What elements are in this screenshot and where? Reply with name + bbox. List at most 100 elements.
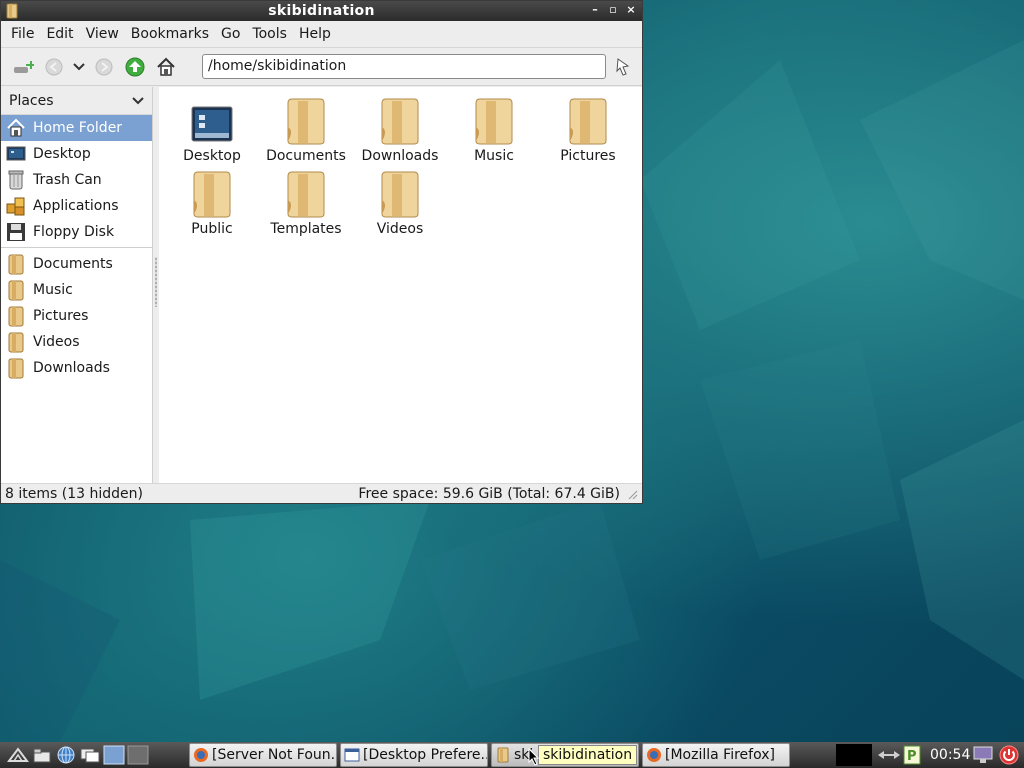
file-name: Downloads (361, 148, 439, 164)
task-server-not-found[interactable]: [Server Not Foun... (189, 743, 337, 767)
trash-icon (5, 169, 27, 191)
task-mozilla-firefox[interactable]: [Mozilla Firefox] (642, 743, 790, 767)
start-menu-button[interactable] (6, 743, 30, 767)
screen-lock-icon[interactable] (973, 746, 993, 764)
sidebar-item-label: Videos (33, 334, 80, 350)
home-icon (157, 57, 175, 76)
window-icon (344, 748, 360, 762)
web-browser-launcher[interactable] (54, 743, 78, 767)
taskbar: [Server Not Foun... [Desktop Prefere... … (0, 742, 1024, 768)
sidebar-bookmark-pictures[interactable]: Pictures (1, 303, 152, 329)
close-icon[interactable]: × (624, 3, 638, 17)
up-button[interactable] (121, 53, 149, 81)
back-button[interactable] (40, 53, 68, 81)
folder-icon (562, 95, 614, 145)
file-item-videos[interactable]: Videos (353, 168, 447, 240)
file-name: Pictures (560, 148, 616, 164)
power-button[interactable] (999, 745, 1019, 765)
show-desktop-button[interactable] (78, 743, 102, 767)
sidebar-item-home-folder[interactable]: Home Folder (1, 115, 152, 141)
places-header[interactable]: Places (1, 87, 152, 115)
sidebar-bookmark-videos[interactable]: Videos (1, 329, 152, 355)
home-button[interactable] (152, 53, 180, 81)
sidebar-item-floppy[interactable]: Floppy Disk (1, 219, 152, 245)
clock[interactable]: 00:54 (930, 742, 970, 768)
task-label: [Mozilla Firefox] (665, 747, 775, 763)
power-icon (999, 745, 1019, 765)
task-tooltip: skibidination (538, 745, 638, 765)
sidebar-item-label: Home Folder (33, 120, 123, 136)
menu-go[interactable]: Go (215, 26, 246, 42)
workspace-icon (127, 745, 149, 765)
menu-view[interactable]: View (80, 26, 125, 42)
folder-icon (186, 168, 238, 218)
pidgin-icon[interactable]: P (903, 745, 921, 765)
file-name: Templates (270, 221, 342, 237)
sidebar-item-label: Applications (33, 198, 119, 214)
places-label: Places (9, 92, 54, 109)
mouse-cursor-icon (528, 748, 540, 766)
sidebar-item-trash[interactable]: Trash Can (1, 167, 152, 193)
applications-icon (5, 195, 27, 217)
places-sidebar: Places Home Folder Desktop Trash Can App… (1, 87, 153, 483)
menu-bookmarks[interactable]: Bookmarks (125, 26, 215, 42)
folder-icon (374, 168, 426, 218)
new-tab-button[interactable] (9, 53, 37, 81)
sidebar-item-desktop[interactable]: Desktop (1, 141, 152, 167)
file-item-documents[interactable]: Documents (259, 95, 353, 167)
chevron-down-icon (73, 62, 85, 70)
sidebar-item-label: Documents (33, 256, 113, 272)
menu-file[interactable]: File (5, 26, 40, 42)
file-item-templates[interactable]: Templates (259, 168, 353, 240)
sidebar-bookmark-documents[interactable]: Documents (1, 251, 152, 277)
maximize-icon[interactable]: ▫ (606, 3, 620, 17)
chevron-down-icon (132, 96, 144, 104)
back-icon (45, 58, 63, 75)
network-icon[interactable] (876, 747, 902, 763)
folder-icon (6, 3, 18, 19)
svg-text:P: P (907, 749, 917, 764)
file-name: Desktop (183, 148, 241, 164)
go-button[interactable] (611, 54, 637, 80)
title-bar[interactable]: skibidination – ▫ × (1, 1, 642, 21)
toolbar: /home/skibidination (1, 48, 642, 86)
folder-icon (5, 331, 27, 353)
workspace-icon (103, 745, 125, 765)
location-field[interactable]: /home/skibidination (202, 54, 606, 79)
cpu-monitor (836, 744, 872, 766)
sidebar-bookmark-music[interactable]: Music (1, 277, 152, 303)
task-desktop-preferences[interactable]: [Desktop Prefere... (340, 743, 488, 767)
file-manager-launcher-icon (33, 748, 51, 763)
workspace-1[interactable] (102, 743, 126, 767)
menu-help[interactable]: Help (293, 26, 337, 42)
file-item-desktop[interactable]: Desktop (165, 95, 259, 167)
folder-icon (374, 95, 426, 145)
forward-icon (95, 58, 113, 75)
folder-icon (280, 168, 332, 218)
folder-icon (280, 95, 332, 145)
menu-tools[interactable]: Tools (246, 26, 293, 42)
file-item-public[interactable]: Public (165, 168, 259, 240)
forward-button[interactable] (90, 53, 118, 81)
firefox-icon (647, 748, 661, 762)
show-desktop-icon (80, 748, 100, 763)
minimize-icon[interactable]: – (588, 3, 602, 17)
go-arrow-icon (616, 58, 630, 76)
folder-icon (5, 253, 27, 275)
file-item-pictures[interactable]: Pictures (541, 95, 635, 167)
sidebar-item-label: Floppy Disk (33, 224, 115, 240)
sidebar-separator (1, 247, 152, 248)
menu-edit[interactable]: Edit (40, 26, 79, 42)
home-icon (5, 117, 27, 139)
file-manager-launcher[interactable] (30, 743, 54, 767)
history-dropdown[interactable] (71, 53, 87, 81)
up-arrow-icon (125, 57, 145, 76)
sidebar-bookmark-downloads[interactable]: Downloads (1, 355, 152, 381)
resize-grip-icon[interactable] (626, 488, 638, 500)
start-menu-icon (7, 747, 29, 762)
sidebar-item-applications[interactable]: Applications (1, 193, 152, 219)
file-item-music[interactable]: Music (447, 95, 541, 167)
workspace-2[interactable] (126, 743, 150, 767)
firefox-icon (194, 748, 208, 762)
file-item-downloads[interactable]: Downloads (353, 95, 447, 167)
